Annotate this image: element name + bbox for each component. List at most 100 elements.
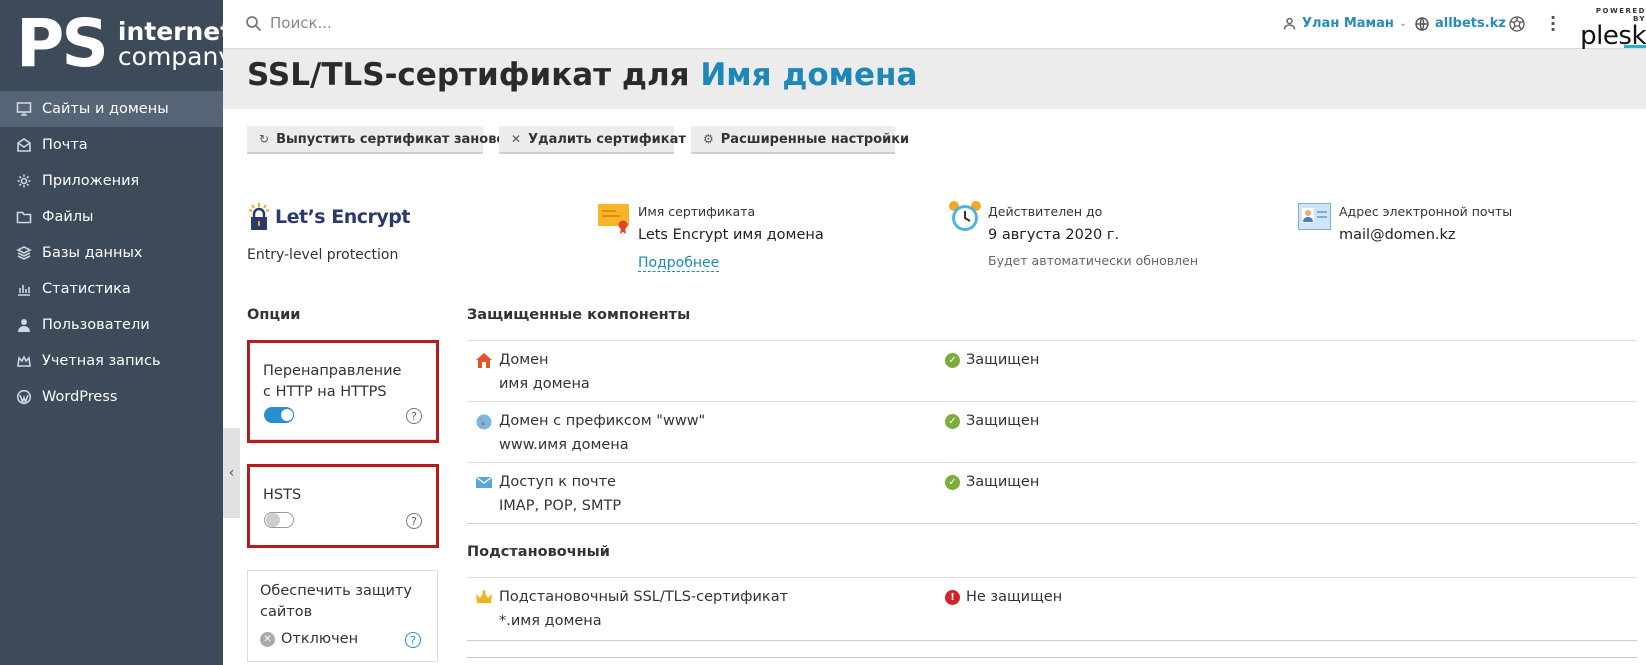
- page-title-prefix: SSL/TLS-сертификат для: [247, 57, 690, 93]
- user-menu[interactable]: Улан Маман ⌄: [1283, 16, 1407, 31]
- issuer-name: Let’s Encrypt: [275, 206, 410, 228]
- wildcard-heading: Подстановочный: [467, 544, 610, 560]
- status-badge: ! Не защищен: [945, 589, 1062, 605]
- divider: [467, 523, 1637, 524]
- globe-icon: [1415, 16, 1429, 31]
- sidebar-item-statistics[interactable]: Статистика: [0, 271, 223, 307]
- title-area: SSL/TLS-сертификат для Имя домена: [223, 49, 1646, 109]
- refresh-icon: ↻: [259, 132, 270, 146]
- top-bar: Поиск... Улан Маман ⌄ allbets.kz · · · POW…: [223, 0, 1646, 49]
- sidebar-item-files[interactable]: Файлы: [0, 199, 223, 235]
- site-protection-card: Обеспечить защиту сайтов ✕ Отключен ?: [247, 570, 438, 662]
- divider: [467, 657, 1637, 658]
- alert-icon: !: [945, 589, 960, 605]
- certificate-name-block: Имя сертификата Lets Encrypt имя домена …: [638, 204, 824, 272]
- sidebar-item-account[interactable]: Учетная запись: [0, 343, 223, 379]
- more-details-link[interactable]: Подробнее: [638, 255, 720, 272]
- validity-block: Действителен до 9 августа 2020 г. Будет …: [988, 204, 1198, 268]
- reissue-certificate-button[interactable]: ↻ Выпустить сертификат заново: [247, 126, 505, 154]
- sidebar-item-label: WordPress: [42, 389, 118, 405]
- logo-letters: PS: [16, 4, 109, 82]
- sidebar-item-wordpress[interactable]: WordPress: [0, 379, 223, 415]
- certificate-name-label: Имя сертификата: [638, 204, 756, 219]
- search-input[interactable]: Поиск...: [245, 14, 332, 32]
- user-icon: [1283, 17, 1296, 30]
- chevron-down-icon: ⌄: [1398, 18, 1408, 29]
- status-text: Защищен: [966, 413, 1040, 429]
- close-icon: ✕: [511, 132, 522, 146]
- account-icon: [15, 352, 33, 370]
- folder-icon: [15, 208, 33, 226]
- component-name: Подстановочный SSL/TLS-сертификат: [499, 589, 789, 605]
- sidebar-item-label: Приложения: [42, 173, 140, 189]
- delete-label: Удалить сертификат: [528, 131, 686, 147]
- component-name: Домен: [499, 352, 549, 368]
- sidebar-item-databases[interactable]: Базы данных: [0, 235, 223, 271]
- domain-switcher[interactable]: allbets.kz: [1415, 16, 1506, 31]
- valid-until-value: 9 августа 2020 г.: [988, 227, 1120, 243]
- valid-until-label: Действителен до: [988, 204, 1103, 219]
- sidebar-item-apps[interactable]: Приложения: [0, 163, 223, 199]
- wordpress-icon: [15, 388, 33, 406]
- search-icon: [246, 15, 262, 31]
- component-detail: *.имя домена: [499, 613, 602, 629]
- sidebar-item-label: Учетная запись: [42, 353, 161, 369]
- sidebar-item-label: Сайты и домены: [42, 101, 169, 117]
- component-detail: www.имя домена: [499, 437, 629, 453]
- reissue-label: Выпустить сертификат заново: [276, 131, 506, 147]
- search-placeholder: Поиск...: [270, 14, 332, 32]
- component-detail: имя домена: [499, 376, 590, 392]
- sidebar-item-label: Базы данных: [42, 245, 143, 261]
- certificate-icon: [597, 201, 630, 234]
- user-name: Улан Маман: [1302, 16, 1394, 31]
- database-icon: [15, 244, 33, 262]
- check-icon: ✓: [945, 413, 960, 429]
- mail-icon: [15, 136, 33, 154]
- table-row: Домен с префиксом "www" www.имя домена ✓…: [467, 401, 1637, 462]
- protect-status-text: Отключен: [281, 631, 359, 647]
- soccer-ball-icon[interactable]: [1509, 16, 1525, 32]
- sidebar-item-users[interactable]: Пользователи: [0, 307, 223, 343]
- more-menu-icon[interactable]: · · ·: [1550, 10, 1556, 38]
- advanced-settings-button[interactable]: ⚙ Расширенные настройки: [691, 126, 909, 154]
- gear-icon: [15, 172, 33, 190]
- advanced-label: Расширенные настройки: [720, 131, 910, 147]
- lets-encrypt-logo: Let’s Encrypt: [247, 203, 410, 231]
- user-icon: [15, 316, 33, 334]
- plesk-wordmark: plesk: [1580, 21, 1646, 51]
- home-icon: [475, 352, 493, 370]
- contact-card-icon: [1298, 203, 1331, 236]
- status-badge: ✓ Защищен: [945, 474, 1039, 490]
- protect-status: ✕ Отключен: [260, 631, 358, 647]
- sidebar-item-sites[interactable]: Сайты и домены: [0, 91, 223, 127]
- help-icon[interactable]: ?: [405, 632, 421, 648]
- protected-components-heading: Защищенные компоненты: [467, 307, 691, 323]
- delete-certificate-button[interactable]: ✕ Удалить сертификат: [499, 126, 686, 154]
- domain-name: allbets.kz: [1435, 16, 1506, 31]
- email-label: Адрес электронной почты: [1339, 204, 1513, 219]
- sidebar-item-mail[interactable]: Почта: [0, 127, 223, 163]
- company-logo[interactable]: PS internet company: [0, 0, 233, 87]
- crown-icon: [475, 589, 493, 607]
- component-name: Доступ к почте: [499, 474, 616, 490]
- table-row: Домен имя домена ✓ Защищен: [467, 340, 1637, 401]
- sidebar-item-label: Пользователи: [42, 317, 150, 333]
- status-badge: ✓ Защищен: [945, 413, 1039, 429]
- sidebar: PS internet company Сайты и домены Почта…: [0, 0, 233, 665]
- status-text: Защищен: [966, 352, 1040, 368]
- protection-level: Entry-level protection: [247, 247, 399, 263]
- email-value: mail@domen.kz: [1339, 227, 1456, 243]
- auto-renew-note: Будет автоматически обновлен: [988, 253, 1199, 268]
- sidebar-item-label: Статистика: [42, 281, 131, 297]
- sidebar-collapse-handle[interactable]: ‹: [223, 428, 240, 518]
- logo-line2: company: [117, 41, 234, 71]
- table-row: Подстановочный SSL/TLS-сертификат *.имя …: [467, 577, 1637, 640]
- component-detail: IMAP, POP, SMTP: [499, 498, 622, 514]
- gear-icon: ⚙: [703, 132, 714, 146]
- disabled-icon: ✕: [260, 631, 275, 647]
- options-heading: Опции: [247, 307, 301, 323]
- logo-line1: internet: [117, 16, 233, 46]
- page-title-domain[interactable]: Имя домена: [700, 57, 917, 93]
- email-block: Адрес электронной почты mail@domen.kz: [1339, 204, 1512, 243]
- certificate-name-value: Lets Encrypt имя домена: [638, 227, 824, 243]
